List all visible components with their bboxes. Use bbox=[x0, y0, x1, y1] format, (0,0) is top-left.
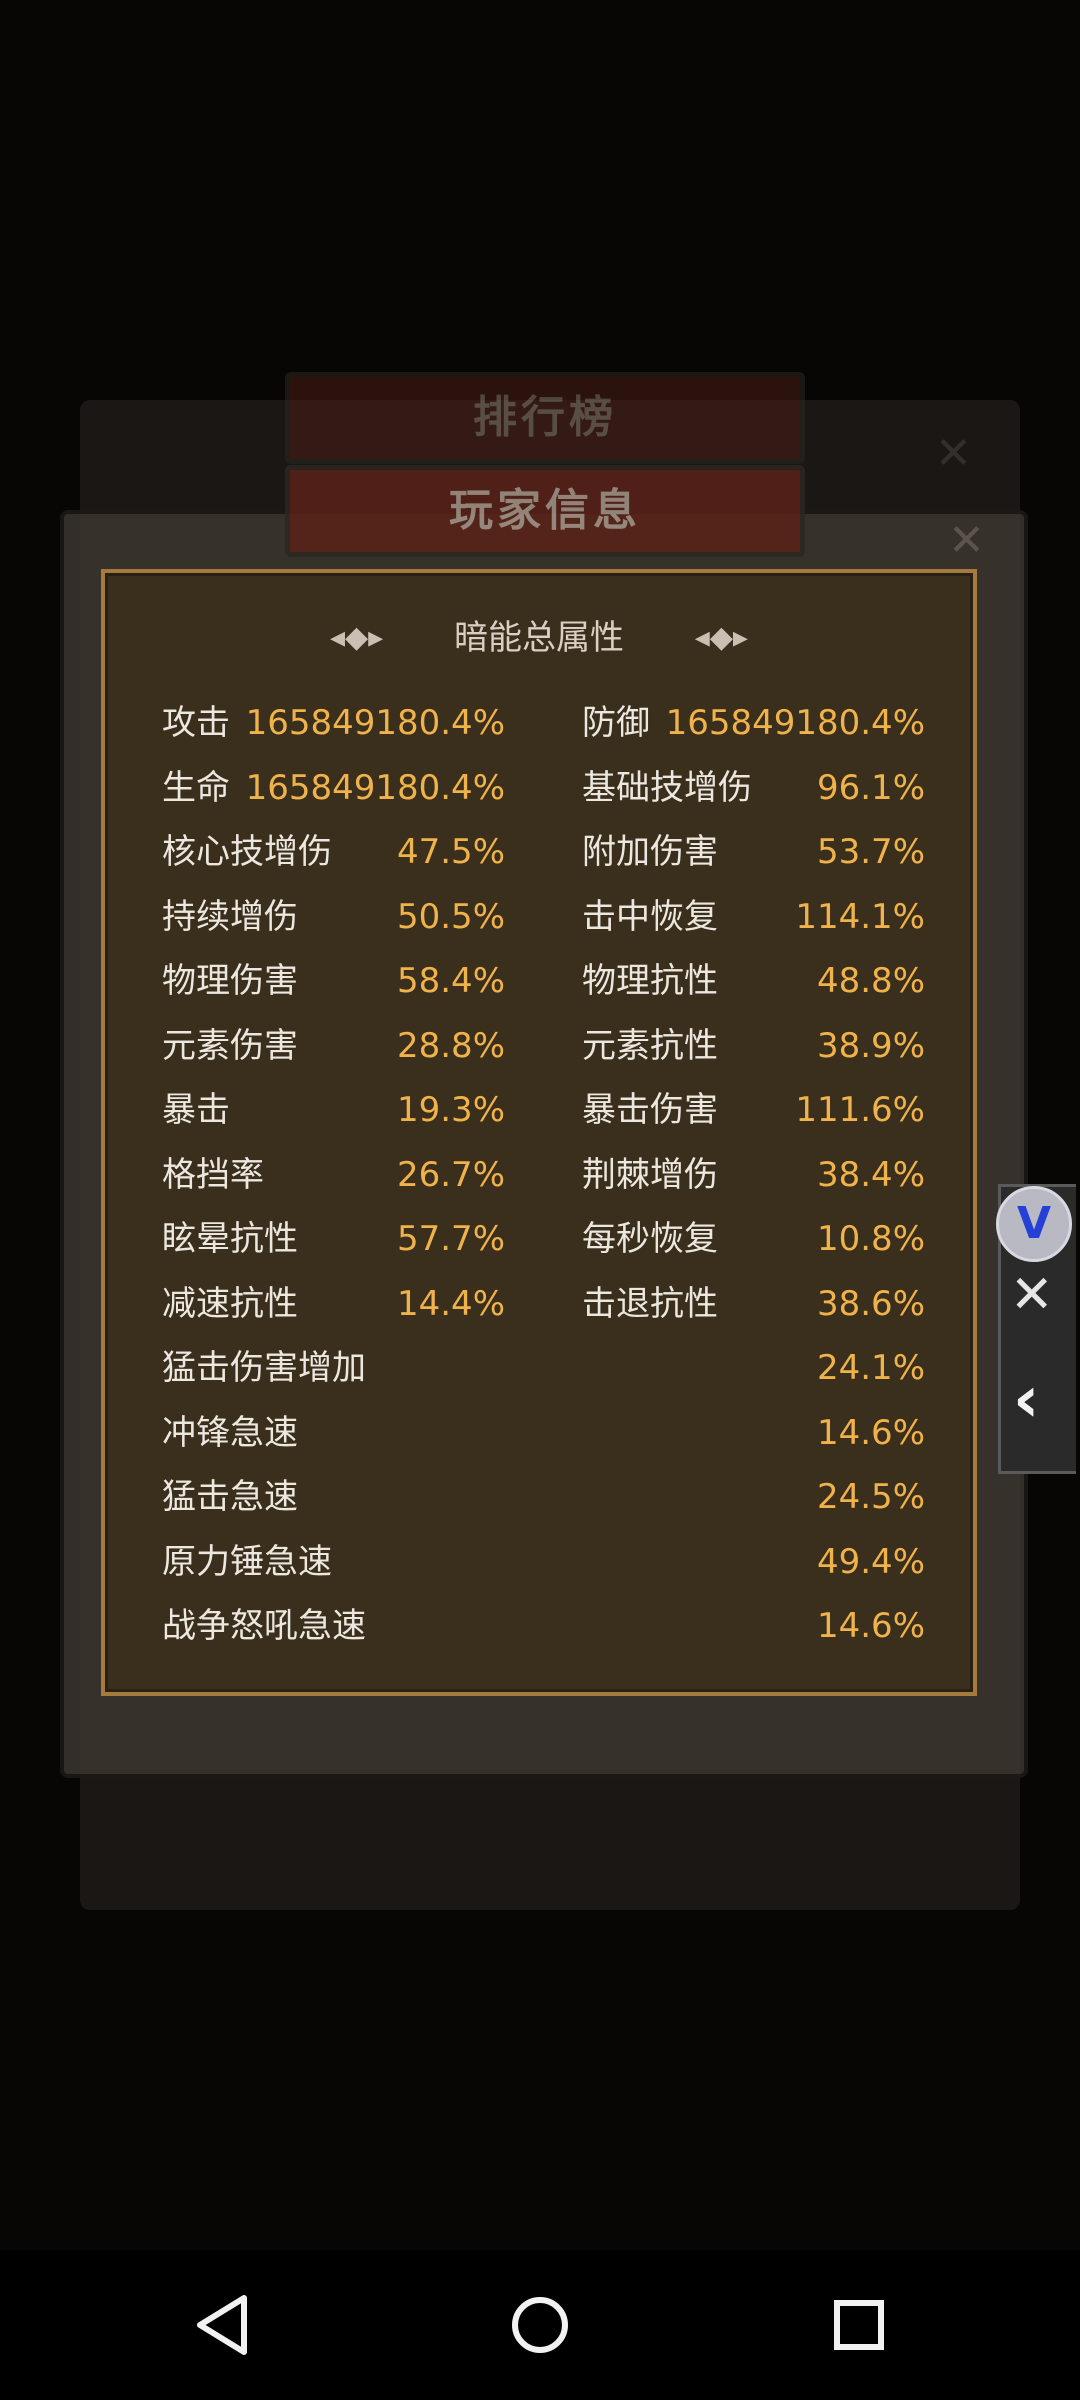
stat-row-full: 战争怒吼急速 14.6% bbox=[105, 1594, 925, 1658]
panel-title: 暗能总属性 bbox=[454, 618, 624, 658]
stat-row-right: 元素抗性 38.9% bbox=[105, 1014, 925, 1078]
stat-label: 元素抗性 bbox=[582, 1025, 718, 1066]
stat-value: 24.5% bbox=[816, 1477, 925, 1517]
stat-label: 每秒恢复 bbox=[582, 1219, 718, 1259]
close-icon[interactable]: ✕ bbox=[1010, 1265, 1054, 1325]
stat-label: 猛击伤害增加 bbox=[162, 1348, 366, 1388]
stat-row-right: 击退抗性 38.6% bbox=[105, 1272, 925, 1336]
stat-value: 49.4% bbox=[816, 1541, 925, 1582]
nav-home-icon[interactable] bbox=[505, 2290, 575, 2360]
stat-row-right: 防御 165849180.4% bbox=[105, 691, 925, 755]
stat-value: 114.1% bbox=[795, 896, 925, 937]
stat-value: 38.4% bbox=[816, 1154, 925, 1195]
stat-value: 53.7% bbox=[816, 832, 925, 872]
stat-label: 击中恢复 bbox=[582, 896, 718, 937]
nav-back-icon[interactable] bbox=[188, 2290, 258, 2360]
stat-value: 165849180.4% bbox=[665, 703, 925, 743]
stat-value: 48.8% bbox=[816, 961, 925, 1001]
stat-row-right: 附加伤害 53.7% bbox=[105, 820, 925, 884]
stat-label: 暴击伤害 bbox=[582, 1090, 718, 1130]
stat-value: 14.6% bbox=[816, 1412, 925, 1453]
stat-value: 38.9% bbox=[816, 1025, 925, 1066]
stat-value: 24.1% bbox=[816, 1348, 925, 1388]
stat-row-right: 荆棘增伤 38.4% bbox=[105, 1143, 925, 1207]
stat-label: 附加伤害 bbox=[582, 832, 718, 872]
stat-row-full: 猛击伤害增加 24.1% bbox=[105, 1336, 925, 1400]
stat-row-right: 暴击伤害 111.6% bbox=[105, 1078, 925, 1142]
player-close-icon[interactable]: ✕ bbox=[948, 515, 985, 566]
stat-label: 基础技增伤 bbox=[582, 767, 752, 808]
nav-recent-icon[interactable] bbox=[824, 2290, 894, 2360]
stat-row-right: 每秒恢复 10.8% bbox=[105, 1207, 925, 1271]
stat-row-full: 冲锋急速 14.6% bbox=[105, 1401, 925, 1465]
stat-label: 荆棘增伤 bbox=[582, 1154, 718, 1195]
stat-value: 14.6% bbox=[816, 1606, 925, 1646]
stat-row-full: 猛击急速 24.5% bbox=[105, 1465, 925, 1529]
stat-label: 原力锤急速 bbox=[162, 1541, 332, 1582]
stat-value: 38.6% bbox=[816, 1283, 925, 1324]
stat-row-full: 原力锤急速 49.4% bbox=[105, 1530, 925, 1594]
stat-label: 物理抗性 bbox=[582, 961, 718, 1001]
title-right-ornament-icon: ◂◆▸ bbox=[694, 620, 748, 655]
dark-energy-stats-panel: ◂◆▸ 暗能总属性 ◂◆▸ 攻击 165849180.4% 防御 165849180.… bbox=[101, 569, 977, 1696]
stat-value: 10.8% bbox=[816, 1219, 925, 1259]
stat-label: 防御 bbox=[582, 703, 650, 743]
stat-label: 战争怒吼急速 bbox=[162, 1606, 366, 1646]
stat-label: 猛击急速 bbox=[162, 1477, 298, 1517]
stat-value: 96.1% bbox=[816, 767, 925, 808]
stat-row-right: 物理抗性 48.8% bbox=[105, 949, 925, 1013]
rank-close-icon: ✕ bbox=[935, 428, 972, 479]
stat-row-right: 基础技增伤 96.1% bbox=[105, 756, 925, 820]
player-info-banner: 玩家信息 bbox=[285, 465, 805, 557]
stat-label: 击退抗性 bbox=[582, 1283, 718, 1324]
stat-value: 111.6% bbox=[795, 1090, 925, 1130]
chevron-left-icon[interactable]: ‹ bbox=[1013, 1368, 1039, 1432]
v-logo-icon[interactable]: V bbox=[996, 1186, 1072, 1262]
stat-label: 冲锋急速 bbox=[162, 1412, 298, 1453]
rank-banner: 排行榜 bbox=[285, 372, 805, 464]
stat-row-right: 击中恢复 114.1% bbox=[105, 885, 925, 949]
